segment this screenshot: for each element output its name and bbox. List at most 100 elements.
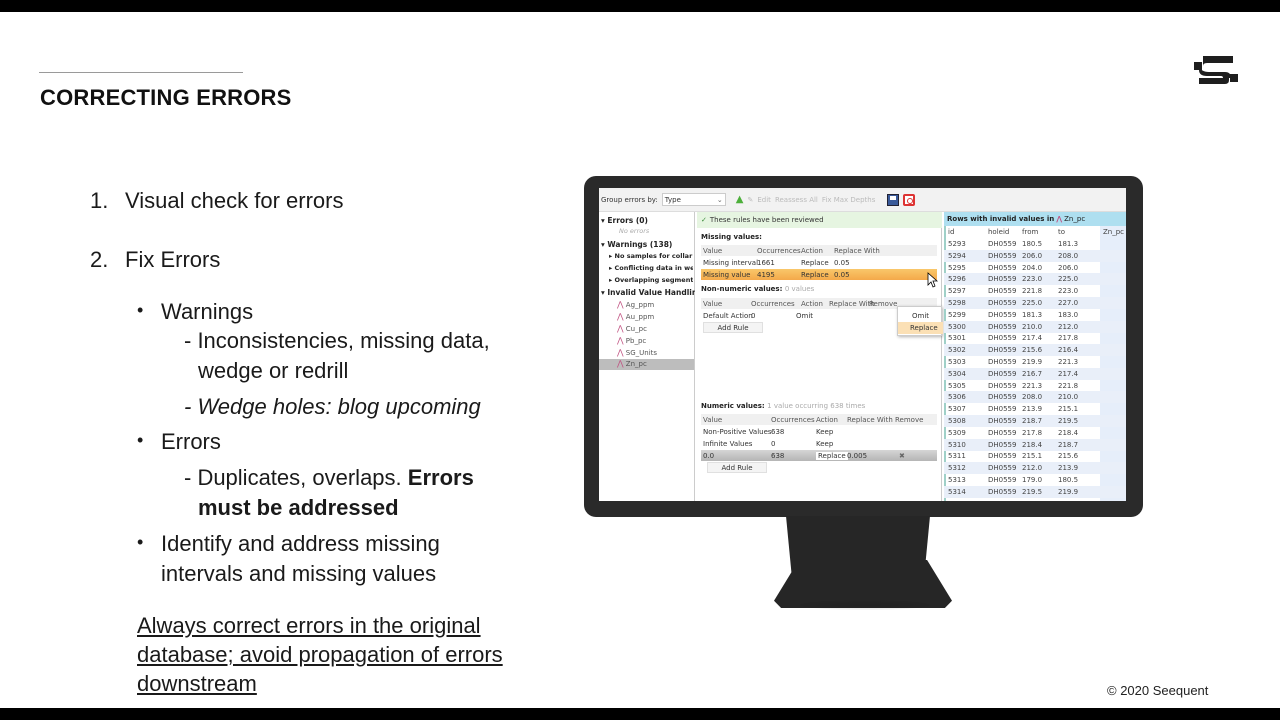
table-cell: 215.1: [1022, 452, 1043, 461]
column-header[interactable]: Zn_pc: [1103, 228, 1124, 236]
table-cell: 204.0: [1022, 263, 1043, 272]
tree-warning-item[interactable]: ▸ Conflicting data in wedge: [609, 264, 693, 272]
table-row[interactable]: 5296 DH0559 223.0 225.0: [944, 273, 1126, 286]
table-cell: 218.4: [1022, 440, 1043, 449]
table-row[interactable]: 5305 DH0559 221.3 221.8: [944, 380, 1126, 392]
table-cell: 206.0: [1022, 251, 1043, 260]
table-row[interactable]: 5303 DH0559 219.9 221.3: [944, 356, 1126, 368]
table-cell: 5313: [948, 476, 966, 484]
seequent-logo-icon: [1194, 56, 1238, 84]
table-cell: DH0559: [988, 487, 1017, 496]
table-row[interactable]: 5301 DH0559 217.4 217.8: [944, 332, 1126, 344]
green-up-arrow-icon[interactable]: ▲: [736, 194, 744, 205]
rules-panel: ✓ These rules have been reviewed Missing …: [697, 212, 943, 501]
remove-icon[interactable]: ✖: [899, 452, 905, 460]
table-row-selected[interactable]: Missing value 4195 Replace 0.05: [701, 269, 937, 280]
table-cell: DH0559: [988, 358, 1017, 366]
table-row[interactable]: 5309 DH0559 217.8 218.4: [944, 427, 1126, 439]
table-cell: 219.5: [1058, 417, 1079, 425]
table-row[interactable]: Infinite Values 0 Keep: [701, 438, 937, 449]
note-line-3: downstream: [137, 671, 257, 696]
group-errors-label: Group errors by:: [601, 195, 658, 204]
table-cell: 5308: [948, 417, 966, 425]
save-icon[interactable]: [887, 193, 900, 206]
help-icon[interactable]: [903, 193, 916, 206]
bullet-identify-line-1: Identify and address missing: [161, 531, 440, 556]
tree-column-item[interactable]: ⋀ Pb_pc: [617, 336, 646, 345]
monitor-shadow: [800, 600, 930, 610]
table-cell: 208.0: [1058, 251, 1079, 260]
table-row[interactable]: 5299 DH0559 181.3 183.0: [944, 309, 1126, 321]
tree-invalid-value-handling[interactable]: ▾ Invalid Value Handling: [601, 288, 695, 297]
table-cell: 213.9: [1058, 464, 1079, 473]
table-row[interactable]: 5297 DH0559 221.8 223.0: [944, 285, 1126, 297]
fix-max-depths-button[interactable]: Fix Max Depths: [822, 196, 876, 204]
table-row[interactable]: 5311 DH0559 215.1 215.6: [944, 450, 1126, 462]
table-cell: 212.0: [1058, 322, 1079, 331]
tree-no-errors: No errors: [619, 227, 650, 235]
table-cell: 5303: [948, 358, 966, 366]
tree-column-item-selected[interactable]: ⋀ Zn_pc: [599, 359, 694, 370]
column-header[interactable]: to: [1058, 228, 1065, 236]
table-cell: 218.7: [1022, 417, 1043, 425]
error-tree: ▾ Errors (0) No errors ▾ Warnings (138) …: [599, 212, 695, 501]
table-cell: DH0559: [988, 310, 1017, 319]
column-header[interactable]: id: [948, 228, 954, 236]
tree-column-item[interactable]: ⋀ Cu_pc: [617, 324, 647, 333]
add-rule-button[interactable]: Add Rule: [703, 322, 763, 333]
menu-item-omit[interactable]: Omit: [898, 310, 943, 322]
table-cell: 219.9: [1058, 487, 1079, 496]
table-row[interactable]: 5306 DH0559 208.0 210.0: [944, 391, 1126, 404]
column-header[interactable]: from: [1022, 228, 1038, 236]
list-item-fix-errors: Fix Errors: [125, 247, 221, 272]
errors-emphasis: Errors: [407, 465, 474, 490]
table-row[interactable]: 5302 DH0559 215.6 216.4: [944, 344, 1126, 357]
table-row[interactable]: 5298 DH0559 225.0 227.0: [944, 297, 1126, 309]
table-row[interactable]: Missing interval 1661 Replace 0.05: [701, 257, 937, 268]
table-row[interactable]: 5313 DH0559 179.0 180.5: [944, 474, 1126, 486]
table-row-selected[interactable]: 0.0 638 Replace 0.005 ✖: [701, 450, 937, 461]
table-cell: DH0559: [988, 346, 1017, 355]
table-row[interactable]: 5310 DH0559 218.4 218.7: [944, 438, 1126, 451]
table-row[interactable]: 5304 DH0559 216.7 217.4: [944, 367, 1126, 380]
column-icon: ⋀: [617, 312, 624, 321]
menu-item-replace[interactable]: Replace: [898, 322, 943, 334]
table-row[interactable]: 5312 DH0559 212.0 213.9: [944, 462, 1126, 475]
table-cell: 218.7: [1058, 440, 1079, 449]
tree-column-item[interactable]: ⋀ SG_Units: [617, 348, 657, 357]
tree-warning-item[interactable]: ▸ Overlapping segment: [609, 276, 693, 284]
table-row[interactable]: 5300 DH0559 210.0 212.0: [944, 320, 1126, 333]
table-cell: DH0559: [988, 476, 1017, 484]
tree-errors[interactable]: ▾ Errors (0): [601, 216, 648, 225]
reviewed-banner[interactable]: ✓ These rules have been reviewed: [697, 212, 942, 228]
table-cell: 218.4: [1058, 428, 1079, 437]
table-cell: 5301: [948, 334, 966, 343]
table-cell: 179.0: [1022, 476, 1043, 484]
table-row[interactable]: 5295 DH0559 204.0 206.0: [944, 262, 1126, 274]
tree-column-item[interactable]: ⋀ Au_ppm: [617, 312, 654, 321]
table-row[interactable]: 5308 DH0559 218.7 219.5: [944, 415, 1126, 427]
table-cell: 5310: [948, 440, 966, 449]
table-cell: DH0559: [988, 322, 1017, 331]
table-cell: 180.5: [1022, 240, 1043, 248]
table-row[interactable]: 5294 DH0559 206.0 208.0: [944, 249, 1126, 262]
table-row[interactable]: Non-Positive Values 638 Keep: [701, 426, 937, 437]
column-header[interactable]: holeid: [988, 228, 1009, 236]
table-row[interactable]: 5314 DH0559 219.5 219.9: [944, 485, 1126, 498]
tree-warning-item[interactable]: ▸ No samples for collar: [609, 252, 693, 260]
add-rule-button[interactable]: Add Rule: [707, 462, 767, 473]
column-icon: ⋀: [617, 359, 624, 368]
tree-warnings[interactable]: ▾ Warnings (138): [601, 240, 672, 249]
edit-button[interactable]: Edit: [757, 196, 771, 204]
table-cell: DH0559: [988, 452, 1017, 461]
note-line-2: database; avoid propagation of errors: [137, 642, 503, 667]
table-row[interactable]: 5293 DH0559 180.5 181.3: [944, 238, 1126, 250]
table-cell: 221.8: [1022, 287, 1043, 296]
group-errors-value: Type: [664, 195, 681, 204]
table-cell: 210.0: [1022, 322, 1043, 331]
reassess-all-button[interactable]: Reassess All: [775, 196, 818, 204]
chevron-down-icon: ⌄: [716, 195, 723, 204]
group-errors-select[interactable]: Type ⌄: [661, 193, 726, 206]
table-row[interactable]: 5307 DH0559 213.9 215.1: [944, 403, 1126, 415]
tree-column-item[interactable]: ⋀ Ag_ppm: [617, 300, 654, 309]
